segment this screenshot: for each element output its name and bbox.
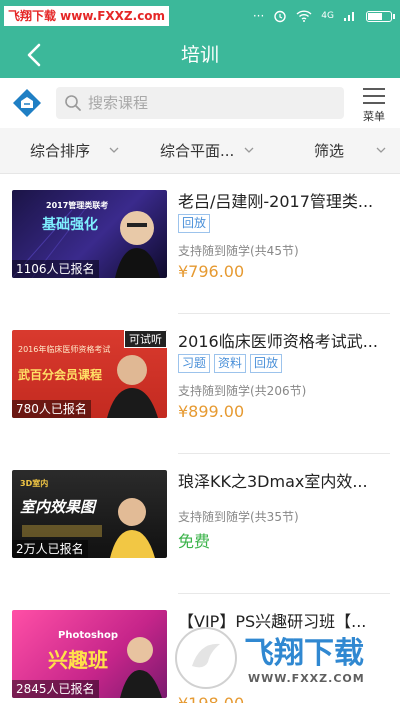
thumbnail-caption: 2017管理类联考 — [46, 201, 109, 210]
thumbnail-heading: 室内效果图 — [20, 498, 96, 516]
course-price: ¥198.00 — [178, 694, 244, 703]
filter-category[interactable]: 综合平面... — [160, 128, 234, 174]
filter-sort[interactable]: 综合排序 — [30, 128, 90, 174]
course-thumbnail: 2016年临床医师资格考试 武百分会员课程 可试听 780人已报名 — [12, 330, 167, 418]
page-title: 培训 — [180, 44, 219, 66]
course-item[interactable]: 3D室内 室内效果图 2万人已报名 琅泽KK之3Dmax室内效... 支持随到随… — [0, 454, 400, 594]
wifi-icon — [296, 10, 312, 22]
search-icon — [65, 95, 81, 111]
filter-category-label: 综合平面... — [160, 142, 235, 160]
enrolled-count: 2万人已报名 — [12, 540, 88, 558]
title-bar: 培训 — [0, 32, 400, 78]
enrolled-count: 1106人已报名 — [12, 260, 99, 278]
course-price: ¥899.00 — [178, 402, 245, 421]
menu-label: 菜单 — [363, 110, 385, 123]
course-price: 免费 — [178, 532, 211, 551]
watermark-bottom: 飞翔下载 WWW.FXXZ.COM — [170, 622, 395, 694]
battery-icon — [366, 10, 395, 22]
status-icons: ··· 4G — [252, 8, 395, 24]
course-thumbnail: 3D室内 室内效果图 2万人已报名 — [12, 470, 167, 558]
course-subinfo: 支持随到随学(共206节) — [178, 384, 307, 398]
app-logo-icon[interactable] — [10, 86, 44, 120]
course-tags: 回放 — [178, 214, 211, 233]
search-input[interactable] — [88, 87, 338, 119]
watermark-top: 飞翔下载 www.FXXZ.com — [4, 6, 170, 26]
chevron-down-icon — [244, 147, 254, 153]
dots-icon: ··· — [252, 9, 265, 23]
filter-bar: 综合排序 综合平面... 筛选 — [0, 128, 400, 174]
alarm-icon — [274, 10, 286, 23]
course-subinfo: 支持随到随学(共35节) — [178, 510, 299, 524]
watermark-url: WWW.FXXZ.COM — [248, 672, 365, 685]
course-item[interactable]: 2017管理类联考 基础强化 1106人已报名 老吕/吕建刚-2017管理类..… — [0, 174, 400, 314]
course-item[interactable]: 2016年临床医师资格考试 武百分会员课程 可试听 780人已报名 2016临床… — [0, 314, 400, 454]
search-box[interactable] — [56, 87, 344, 119]
enrolled-count: 2845人已报名 — [12, 680, 99, 698]
course-tag: 回放 — [250, 354, 283, 373]
search-row: 菜单 — [0, 78, 400, 128]
course-tag: 回放 — [178, 214, 211, 233]
course-tag: 习题 — [178, 354, 211, 373]
menu-button[interactable]: 菜单 — [356, 84, 392, 124]
filter-sort-label: 综合排序 — [30, 142, 91, 160]
network-label: 4G — [321, 11, 334, 21]
filter-screen-label: 筛选 — [314, 142, 345, 160]
signal-icon — [344, 12, 354, 21]
course-tag: 资料 — [214, 354, 247, 373]
course-title: 琅泽KK之3Dmax室内效... — [178, 472, 368, 491]
thumbnail-caption: 2016年临床医师资格考试 — [18, 345, 111, 354]
course-subinfo: 支持随到随学(共45节) — [178, 244, 299, 258]
thumbnail-caption: Photoshop — [58, 630, 119, 641]
course-price: ¥796.00 — [178, 262, 245, 281]
course-title: 2016临床医师资格考试武... — [178, 332, 378, 351]
trial-badge: 可试听 — [124, 330, 167, 348]
course-title: 老吕/吕建刚-2017管理类... — [178, 192, 374, 211]
status-bar: 飞翔下载 www.FXXZ.com ··· 4G — [0, 0, 400, 32]
chevron-down-icon — [109, 147, 119, 153]
chevron-down-icon — [376, 147, 386, 153]
thumbnail-caption: 3D室内 — [20, 479, 49, 488]
course-tags: 习题 资料 回放 — [178, 354, 283, 373]
thumbnail-heading: 武百分会员课程 — [18, 368, 103, 382]
course-thumbnail: Photoshop 兴趣班 2845人已报名 — [12, 610, 167, 698]
enrolled-count: 780人已报名 — [12, 400, 91, 418]
watermark-name: 飞翔下载 — [244, 636, 364, 671]
hamburger-menu-icon — [363, 88, 385, 104]
course-thumbnail: 2017管理类联考 基础强化 1106人已报名 — [12, 190, 167, 278]
thumbnail-heading: 基础强化 — [42, 217, 98, 233]
filter-screen[interactable]: 筛选 — [314, 128, 344, 174]
thumbnail-heading: 兴趣班 — [48, 648, 108, 672]
